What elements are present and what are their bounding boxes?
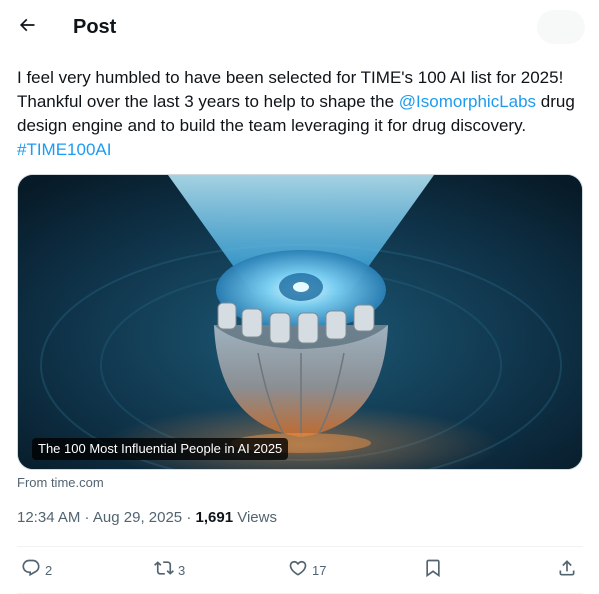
media-image: [18, 175, 582, 469]
meta-separator: ·: [182, 509, 196, 526]
bookmark-button[interactable]: [423, 558, 443, 582]
reply-button[interactable]: 2: [21, 558, 52, 582]
share-icon: [557, 558, 577, 583]
hashtag-link[interactable]: #TIME100AI: [17, 140, 112, 159]
source-link[interactable]: From time.com: [17, 474, 104, 492]
media-card[interactable]: The 100 Most Influential People in AI 20…: [17, 174, 583, 470]
views-count: 1,691: [195, 509, 234, 526]
heart-icon: [288, 558, 308, 583]
media-caption: The 100 Most Influential People in AI 20…: [32, 438, 289, 460]
post-time[interactable]: 12:34 AM: [17, 509, 80, 526]
page-title: Post: [73, 16, 117, 38]
tweet-text: I feel very humbled to have been selecte…: [17, 66, 587, 162]
mention-link[interactable]: @IsomorphicLabs: [399, 92, 536, 111]
like-button[interactable]: 17: [288, 558, 326, 582]
post-meta: 12:34 AM · Aug 29, 2025 · 1,691 Views: [17, 508, 277, 528]
divider: [17, 546, 583, 547]
header-right-placeholder: [537, 10, 585, 44]
reply-icon: [21, 558, 41, 583]
reply-count: 2: [45, 562, 53, 578]
repost-count: 3: [178, 562, 186, 578]
post-page: Post I feel very humbled to have been se…: [0, 0, 599, 594]
action-bar: 2 3 17: [17, 548, 583, 592]
like-count: 17: [312, 562, 327, 578]
views-label: Views: [233, 509, 277, 526]
arrow-left-icon: [17, 15, 37, 40]
meta-separator: ·: [80, 509, 93, 526]
post-header: Post: [0, 0, 599, 54]
bookmark-icon: [423, 558, 443, 583]
share-button[interactable]: [557, 558, 577, 582]
back-button[interactable]: [8, 8, 46, 46]
repost-icon: [154, 558, 174, 583]
repost-button[interactable]: 3: [154, 558, 185, 582]
post-date[interactable]: Aug 29, 2025: [93, 509, 182, 526]
